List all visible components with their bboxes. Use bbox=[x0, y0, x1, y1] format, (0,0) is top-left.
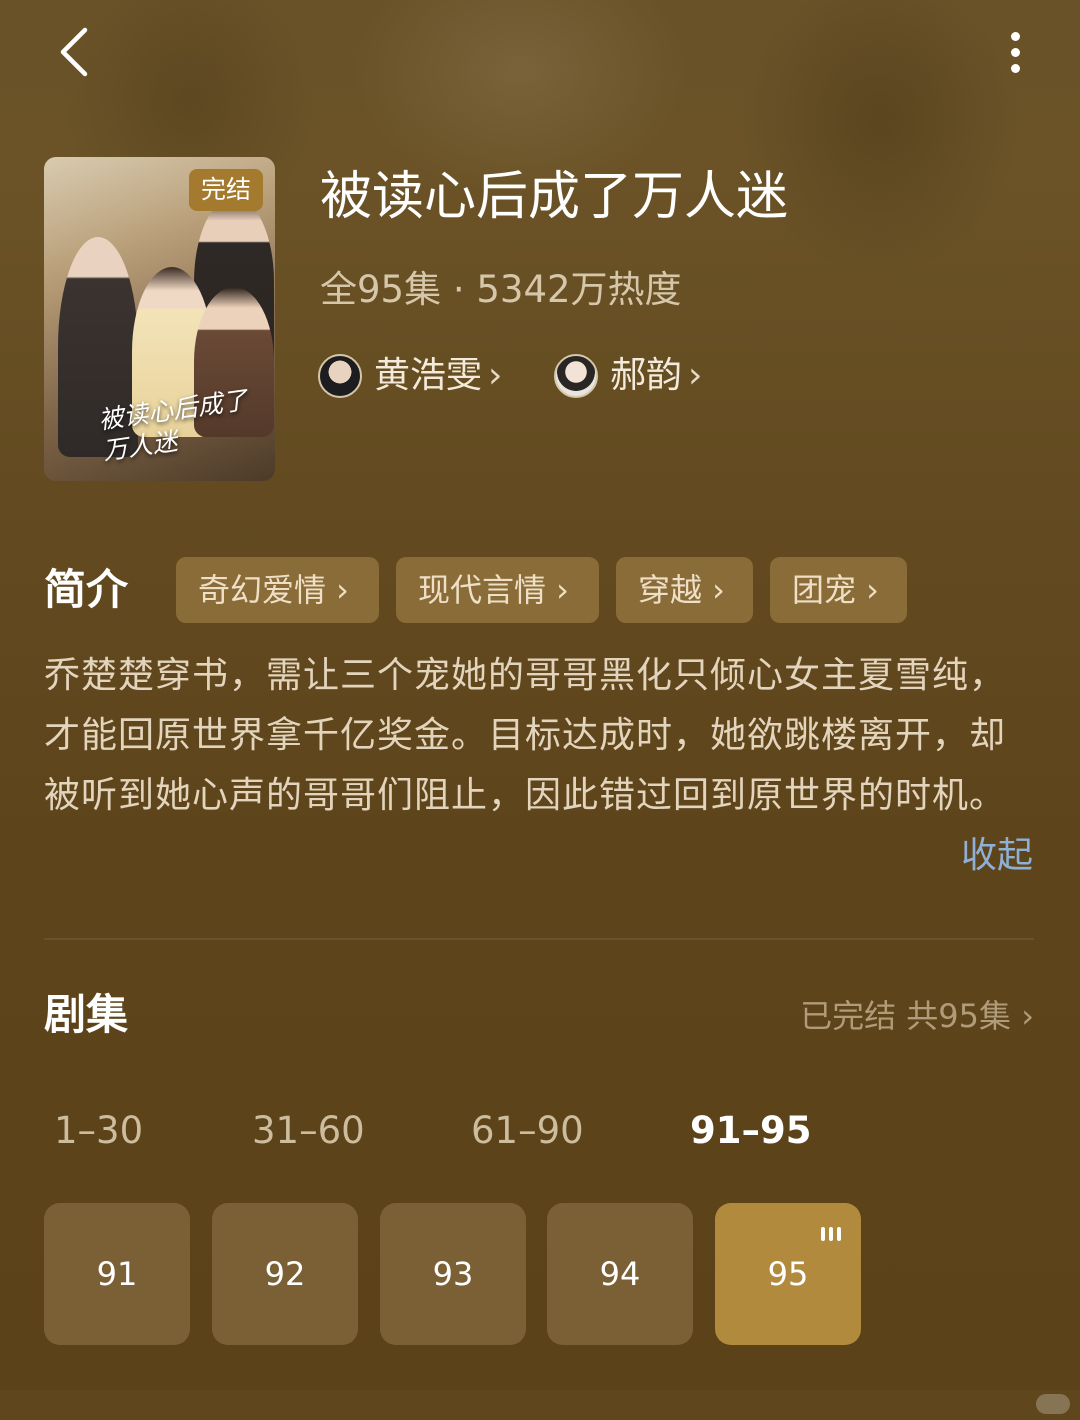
more-button[interactable] bbox=[990, 20, 1040, 84]
actor-name: 郝韵 bbox=[610, 355, 683, 396]
avatar bbox=[554, 354, 598, 398]
tag-pampered[interactable]: 团宠 › bbox=[770, 557, 907, 623]
show-meta: 全95集 · 5342万热度 bbox=[320, 268, 682, 311]
chevron-right-icon: › bbox=[688, 355, 703, 396]
top-bar bbox=[0, 0, 1080, 110]
actor-name: 黄浩雯 bbox=[374, 355, 483, 396]
range-tab-91-95[interactable]: 91–95 bbox=[690, 1104, 811, 1158]
divider bbox=[44, 938, 1034, 940]
tag-time-travel[interactable]: 穿越 › bbox=[616, 557, 753, 623]
episodes-heading: 剧集 bbox=[44, 990, 129, 1039]
range-tab-1-30[interactable]: 1–30 bbox=[54, 1104, 143, 1158]
episode-button-94[interactable]: 94 bbox=[547, 1203, 693, 1345]
watermark-icon bbox=[1036, 1394, 1070, 1414]
actor-link-1[interactable]: 黄浩雯 › bbox=[318, 348, 502, 404]
bottom-edge bbox=[0, 1390, 1080, 1420]
more-vertical-icon bbox=[1010, 31, 1020, 41]
avatar bbox=[318, 354, 362, 398]
synopsis-text: 乔楚楚穿书，需让三个宠她的哥哥黑化只倾心女主夏雪纯，才能回原世界拿千亿奖金。目标… bbox=[44, 655, 1007, 816]
actor-link-2[interactable]: 郝韵 › bbox=[554, 348, 702, 404]
range-tab-61-90[interactable]: 61–90 bbox=[471, 1104, 584, 1158]
tag-modern-romance[interactable]: 现代言情 › bbox=[396, 557, 599, 623]
episode-button-93[interactable]: 93 bbox=[380, 1203, 526, 1345]
show-title: 被读心后成了万人迷 bbox=[320, 167, 789, 227]
episodes-status-link[interactable]: 已完结 共95集 › bbox=[800, 992, 1034, 1040]
episode-button-91[interactable]: 91 bbox=[44, 1203, 190, 1345]
range-tab-31-60[interactable]: 31–60 bbox=[252, 1104, 365, 1158]
episode-number: 95 bbox=[767, 1255, 809, 1293]
episode-button-95[interactable]: 95 bbox=[715, 1203, 861, 1345]
chevron-right-icon: › bbox=[488, 355, 503, 396]
chevron-left-icon bbox=[60, 27, 88, 77]
cover-image[interactable]: 被读心后成了万人迷 完结 bbox=[44, 157, 275, 481]
page: 被读心后成了万人迷 完结 被读心后成了万人迷 全95集 · 5342万热度 黄浩… bbox=[0, 0, 1080, 1420]
playing-bars-icon bbox=[821, 1227, 843, 1241]
intro-heading: 简介 bbox=[44, 565, 129, 614]
tag-fantasy-romance[interactable]: 奇幻爱情 › bbox=[176, 557, 379, 623]
completed-badge: 完结 bbox=[188, 169, 263, 211]
back-button[interactable] bbox=[44, 20, 104, 84]
episode-button-92[interactable]: 92 bbox=[212, 1203, 358, 1345]
collapse-link[interactable]: 收起 bbox=[961, 828, 1033, 884]
